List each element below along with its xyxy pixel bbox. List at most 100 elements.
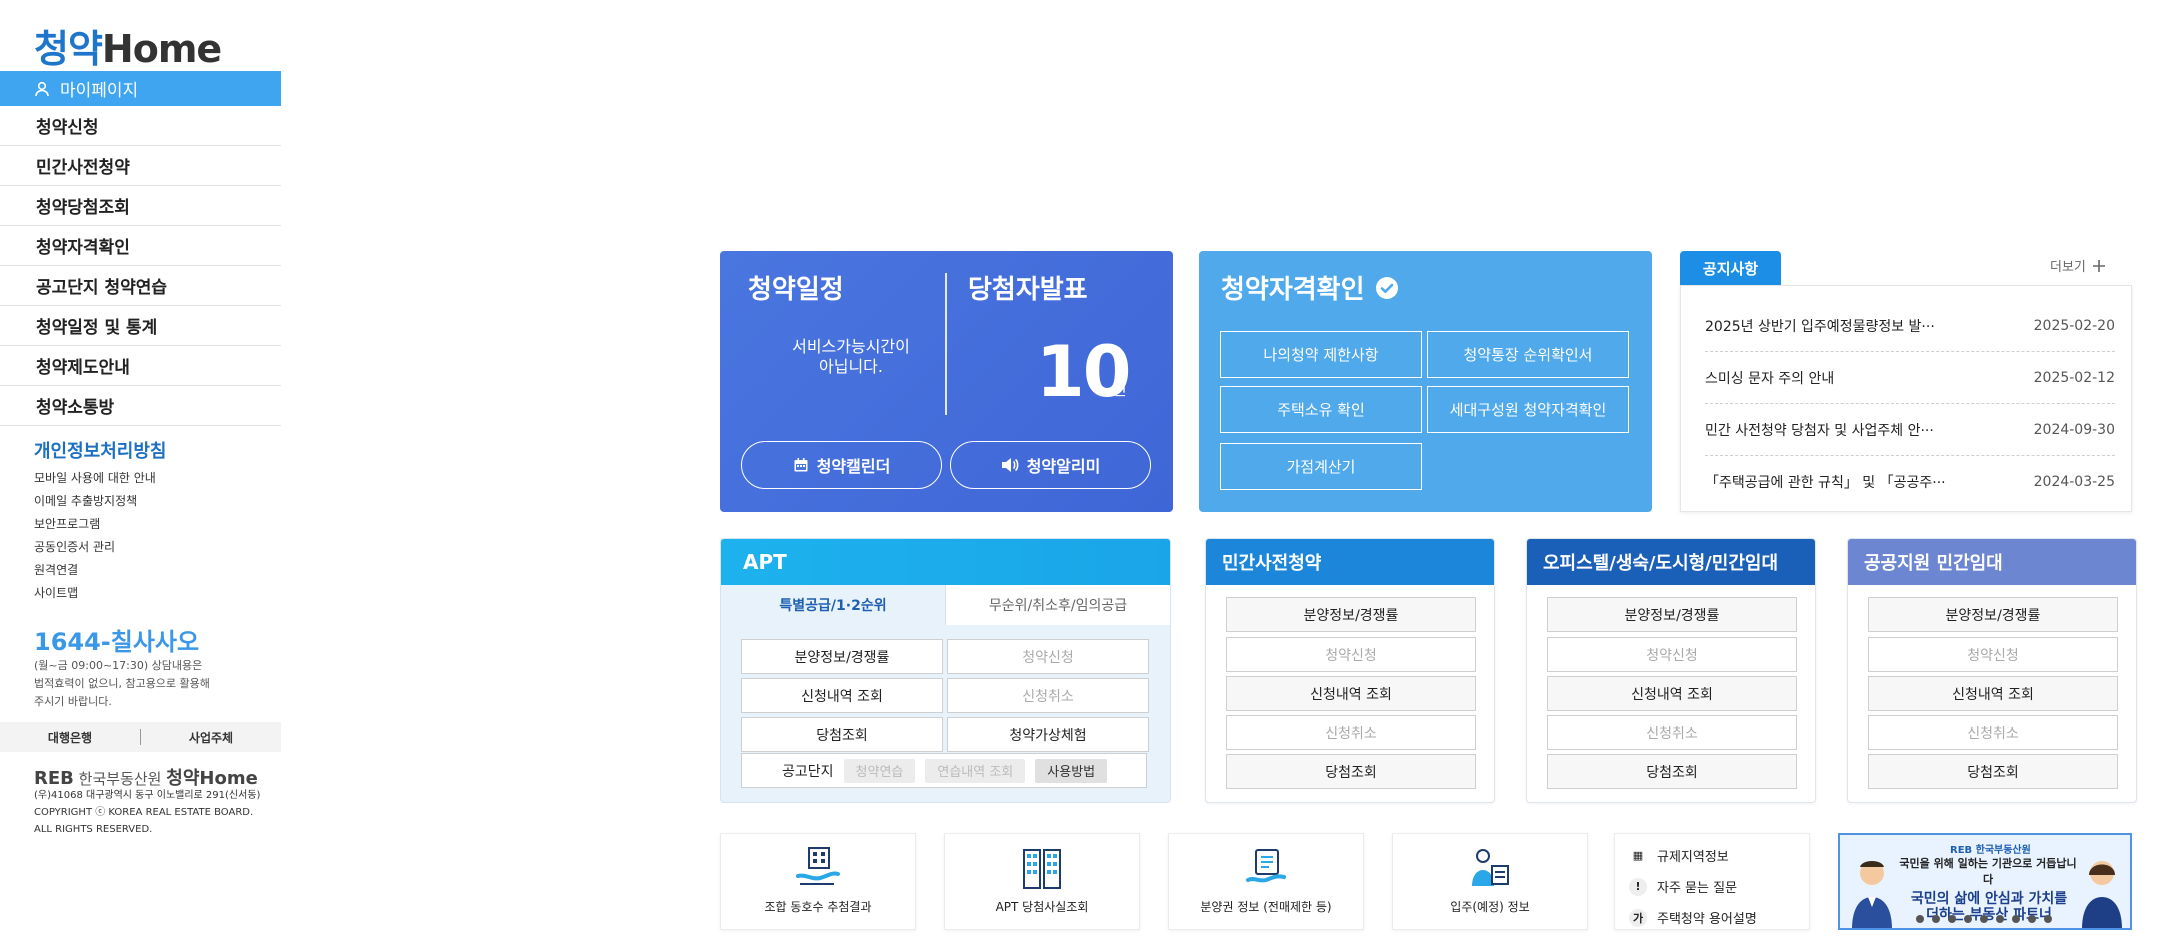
sidebar: 청약Home 마이페이지 청약신청 민간사전청약 청약당첨조회 청약자격확인 공…	[0, 0, 281, 948]
officetel-winner-button[interactable]: 당첨조회	[1547, 754, 1797, 789]
quick-apt-winner[interactable]: APT 당첨사실조회	[944, 833, 1140, 930]
officetel-title[interactable]: 오피스텔/생숙/도시형/민간임대	[1527, 539, 1815, 585]
more-label: 더보기	[2050, 260, 2086, 275]
private-sale-info-button[interactable]: 분양정보/경쟁률	[1226, 597, 1476, 632]
notice-more-link[interactable]: 더보기	[2050, 256, 2106, 275]
alarm-label: 청약알리미	[1026, 457, 1101, 476]
winner-count[interactable]: 10	[1036, 331, 1131, 413]
private-cancel-button[interactable]: 신청취소	[1226, 715, 1476, 750]
site-logo[interactable]: 청약Home	[34, 18, 222, 73]
link-sitemap[interactable]: 사이트맵	[34, 582, 156, 605]
link-certificate[interactable]: 공동인증서 관리	[34, 536, 156, 559]
apt-history-button[interactable]: 신청내역 조회	[741, 678, 943, 713]
how-to-use-chip[interactable]: 사용방법	[1035, 758, 1108, 783]
business-link[interactable]: 사업주체	[141, 729, 281, 746]
notice-item[interactable]: 스미싱 문자 주의 안내 2025-02-12	[1705, 352, 2115, 404]
link-email-policy[interactable]: 이메일 추출방지정책	[34, 490, 156, 513]
pagination-dot[interactable]	[2012, 915, 2020, 923]
practice-history-chip[interactable]: 연습내역 조회	[925, 758, 1026, 783]
my-restriction-button[interactable]: 나의청약 제한사항	[1220, 331, 1422, 378]
ql-label: 규제지역정보	[1657, 850, 1729, 865]
private-history-button[interactable]: 신청내역 조회	[1226, 676, 1476, 711]
banner-line-2a: 국민의 삶에 안심과 가치를	[1910, 891, 2068, 907]
tab-no-rank[interactable]: 무순위/취소후/임의공급	[945, 585, 1170, 625]
menu-item-system-guide[interactable]: 청약제도안내	[0, 346, 281, 386]
menu-item-winner-lookup[interactable]: 청약당첨조회	[0, 186, 281, 226]
officetel-history-button[interactable]: 신청내역 조회	[1547, 676, 1797, 711]
menu-item-community[interactable]: 청약소통방	[0, 386, 281, 426]
calendar-button[interactable]: 청약캘린더	[741, 441, 942, 489]
apt-winner-button[interactable]: 당첨조회	[741, 717, 943, 752]
public-rental-title[interactable]: 공공지원 민간임대	[1848, 539, 2136, 585]
pagination-dot[interactable]	[1980, 915, 1988, 923]
practice-chip[interactable]: 청약연습	[843, 758, 916, 783]
menu-item-private-pre[interactable]: 민간사전청약	[0, 146, 281, 186]
faq-link[interactable]: ! 자주 묻는 질문	[1629, 871, 1809, 902]
notice-item[interactable]: 민간 사전청약 당첨자 및 사업주체 안··· 2024-09-30	[1705, 404, 2115, 456]
mypage-link[interactable]: 마이페이지	[0, 71, 281, 106]
pagination-dot[interactable]	[2044, 915, 2052, 923]
page-root: 청약Home 마이페이지 청약신청 민간사전청약 청약당첨조회 청약자격확인 공…	[0, 0, 2157, 948]
address-line: COPYRIGHT ⓒ KOREA REAL ESTATE BOARD.	[34, 807, 254, 818]
quick-presale-info[interactable]: 분양권 정보 (전매제한 등)	[1168, 833, 1364, 930]
winner-title[interactable]: 당첨자발표	[968, 269, 1088, 306]
pagination-dot[interactable]	[1996, 915, 2004, 923]
account-rank-button[interactable]: 청약통장 순위확인서	[1427, 331, 1629, 378]
schedule-title[interactable]: 청약일정	[748, 269, 844, 306]
apt-sale-info-button[interactable]: 분양정보/경쟁률	[741, 639, 943, 674]
private-pre-title[interactable]: 민간사전청약	[1206, 539, 1494, 585]
officetel-apply-button[interactable]: 청약신청	[1547, 637, 1797, 672]
menu-item-practice[interactable]: 공고단지 청약연습	[0, 266, 281, 306]
bank-link[interactable]: 대행은행	[0, 729, 140, 746]
link-remote[interactable]: 원격연결	[34, 559, 156, 582]
apt-apply-button[interactable]: 청약신청	[947, 639, 1149, 674]
household-qualification-button[interactable]: 세대구성원 청약자격확인	[1427, 386, 1629, 433]
private-winner-button[interactable]: 당첨조회	[1226, 754, 1476, 789]
pagination-dot[interactable]	[1932, 915, 1940, 923]
house-ownership-button[interactable]: 주택소유 확인	[1220, 386, 1422, 433]
qualification-title[interactable]: 청약자격확인	[1221, 269, 1399, 306]
reb-mark: REB	[34, 768, 74, 789]
pagination-dot[interactable]	[1964, 915, 1972, 923]
speaker-icon	[1001, 458, 1019, 472]
pagination-dot[interactable]	[2028, 915, 2036, 923]
rental-winner-button[interactable]: 당첨조회	[1868, 754, 2118, 789]
apt-card: APT 특별공급/1·2순위 무순위/취소후/임의공급 분양정보/경쟁률 청약신…	[720, 538, 1171, 803]
menu-item-schedule-stats[interactable]: 청약일정 및 통계	[0, 306, 281, 346]
notice-item[interactable]: 2025년 상반기 입주예정물량정보 발··· 2025-02-20	[1705, 300, 2115, 352]
link-mobile-guide[interactable]: 모바일 사용에 대한 안내	[34, 467, 156, 490]
rental-apply-button[interactable]: 청약신청	[1868, 637, 2118, 672]
tab-special-supply[interactable]: 특별공급/1·2순위	[721, 585, 945, 625]
pagination-dot[interactable]	[1916, 915, 1924, 923]
notice-tab[interactable]: 공지사항	[1680, 251, 1781, 285]
score-calculator-button[interactable]: 가점계산기	[1220, 443, 1422, 490]
quick-move-in-info[interactable]: 입주(예정) 정보	[1392, 833, 1588, 930]
apt-cancel-button[interactable]: 신청취소	[947, 678, 1149, 713]
regulated-area-link[interactable]: ▦ 규제지역정보	[1629, 840, 1809, 871]
notice-title: 스미싱 문자 주의 안내	[1705, 370, 1835, 387]
link-security-program[interactable]: 보안프로그램	[34, 513, 156, 536]
document-hand-icon	[1246, 849, 1286, 883]
calendar-icon	[794, 458, 808, 472]
apt-title[interactable]: APT	[721, 539, 1170, 585]
alarm-button[interactable]: 청약알리미	[950, 441, 1151, 489]
officetel-cancel-button[interactable]: 신청취소	[1547, 715, 1797, 750]
rental-cancel-button[interactable]: 신청취소	[1868, 715, 2118, 750]
apt-virtual-button[interactable]: 청약가상체험	[947, 717, 1149, 752]
rental-history-button[interactable]: 신청내역 조회	[1868, 676, 2118, 711]
privacy-policy-link[interactable]: 개인정보처리방침	[34, 437, 166, 463]
notice-item[interactable]: 「주택공급에 관한 규칙」 및 「공공주··· 2024-03-25	[1705, 456, 2115, 508]
glossary-link[interactable]: 가 주택청약 용어설명	[1629, 902, 1809, 933]
private-apply-button[interactable]: 청약신청	[1226, 637, 1476, 672]
bank-business-row: 대행은행 사업주체	[0, 722, 281, 752]
menu-item-qualification[interactable]: 청약자격확인	[0, 226, 281, 266]
officetel-sale-info-button[interactable]: 분양정보/경쟁률	[1547, 597, 1797, 632]
pagination-dot[interactable]	[1948, 915, 1956, 923]
menu-item-apply[interactable]: 청약신청	[0, 106, 281, 146]
rental-sale-info-button[interactable]: 분양정보/경쟁률	[1868, 597, 2118, 632]
quick-lottery-result[interactable]: 조합 동호수 추첨결과	[720, 833, 916, 930]
notice-list: 2025년 상반기 입주예정물량정보 발··· 2025-02-20 스미싱 문자…	[1680, 285, 2132, 512]
person-house-icon	[1472, 849, 1509, 886]
promo-banner[interactable]: REB 한국부동산원 국민을 위해 일하는 기관으로 거듭납니다 국민의 삶에 …	[1838, 833, 2132, 930]
check-circle-icon	[1375, 276, 1398, 299]
